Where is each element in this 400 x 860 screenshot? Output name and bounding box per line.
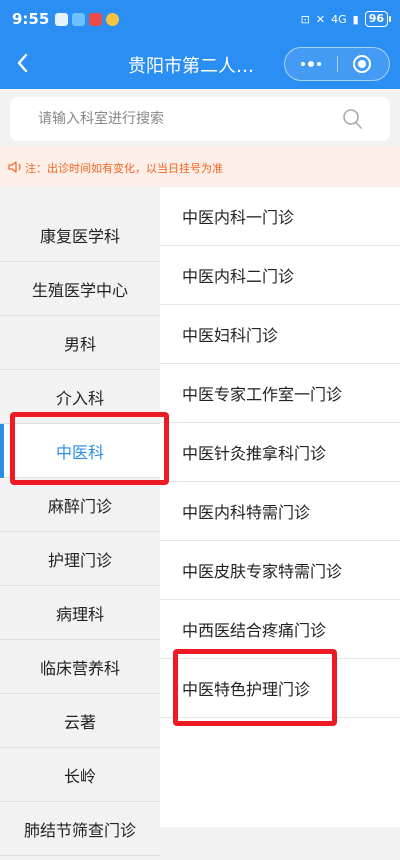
close-miniapp-icon[interactable] [353, 55, 371, 73]
clinic-label: 中医皮肤专家特需门诊 [182, 562, 343, 581]
message-notification-icon [72, 13, 85, 26]
department-label: 生殖医学中心 [31, 280, 128, 300]
clinic-label: 中医内科特需门诊 [182, 503, 311, 522]
status-bar: 9:55 ⊡ ✕ 4G ▮ 96 [0, 0, 400, 38]
notice-text: 注：出诊时间如有变化，以当日挂号为准 [25, 162, 223, 175]
nfc-icon: ⊡ [300, 12, 310, 26]
department-item[interactable]: 生殖医学中心 [0, 262, 160, 316]
search-box[interactable] [10, 97, 390, 141]
signal-icon: ▮ [352, 12, 359, 26]
back-icon[interactable] [12, 50, 34, 76]
department-label: 病理科 [55, 604, 104, 624]
search-icon[interactable] [342, 108, 362, 130]
department-item[interactable]: 病理科 [0, 586, 160, 640]
status-indicators: ⊡ ✕ 4G ▮ 96 [300, 11, 392, 27]
speaker-icon [8, 161, 21, 173]
clinic-item[interactable]: 中医皮肤专家特需门诊 [160, 541, 400, 600]
clinic-item[interactable]: 中医针灸推拿科门诊 [160, 423, 400, 482]
department-item[interactable]: 云著 [0, 694, 160, 748]
clinic-label: 中医特色护理门诊 [182, 680, 311, 699]
clinic-item[interactable]: 中医专家工作室一门诊 [160, 364, 400, 423]
clinic-item[interactable]: 中医妇科门诊 [160, 305, 400, 364]
department-label: 临床营养科 [39, 658, 120, 678]
department-label: 介入科 [55, 388, 104, 408]
clinic-label: 中医妇科门诊 [182, 326, 279, 345]
app-notification-icon [55, 13, 68, 26]
location-notification-icon [106, 13, 119, 26]
battery-icon: 96 [364, 11, 392, 27]
department-label: 云著 [63, 712, 96, 732]
department-item[interactable]: 护理门诊 [0, 532, 160, 586]
department-item[interactable]: 临床营养科 [0, 640, 160, 694]
department-list: 康复医学科 生殖医学中心 男科 介入科 中医科 麻醉门诊 护理门诊 病理科 临床… [0, 208, 160, 860]
department-label: 康复医学科 [39, 226, 120, 246]
department-item[interactable]: 麻醉门诊 [0, 478, 160, 532]
more-icon[interactable] [285, 48, 337, 80]
clinic-item[interactable]: 中医内科二门诊 [160, 246, 400, 305]
clinic-item[interactable]: 中医内科一门诊 [160, 187, 400, 246]
department-item[interactable]: 肺结节筛查门诊 [0, 802, 160, 856]
department-item[interactable]: 长岭 [0, 748, 160, 802]
department-label: 麻醉门诊 [47, 496, 112, 516]
header: 9:55 ⊡ ✕ 4G ▮ 96 贵阳市第二人民医院 [0, 0, 400, 89]
department-item[interactable]: 介入科 [0, 370, 160, 424]
department-item[interactable]: 男科 [0, 316, 160, 370]
search-bar [0, 89, 400, 147]
page-title: 贵阳市第二人民医院 [128, 56, 268, 77]
notice-banner: 注：出诊时间如有变化，以当日挂号为准 [0, 147, 400, 187]
network-label: 4G [331, 12, 347, 26]
capsule-divider [337, 56, 338, 72]
miniapp-capsule [284, 47, 390, 81]
clinic-label: 中医专家工作室一门诊 [182, 385, 343, 404]
search-input[interactable] [38, 97, 338, 141]
department-label: 中医科 [55, 442, 104, 462]
clinic-label: 中医针灸推拿科门诊 [182, 444, 327, 463]
department-label: 男科 [63, 334, 96, 354]
clinic-label: 中医内科二门诊 [182, 267, 295, 286]
clinic-label: 中医内科一门诊 [182, 208, 295, 227]
mute-icon: ✕ [315, 12, 326, 26]
department-label: 肺结节筛查门诊 [23, 820, 136, 840]
news-notification-icon [89, 13, 102, 26]
department-item[interactable]: 康复医学科 [0, 208, 160, 262]
department-label: 长岭 [63, 766, 96, 786]
department-item-selected[interactable]: 中医科 [0, 424, 160, 478]
nav-bar: 贵阳市第二人民医院 [0, 38, 400, 89]
clinic-item[interactable]: 中医内科特需门诊 [160, 482, 400, 541]
department-label: 护理门诊 [47, 550, 112, 570]
status-time: 9:55 [12, 10, 50, 28]
clinic-label: 中西医结合疼痛门诊 [182, 621, 327, 640]
clinic-list: 中医内科一门诊 中医内科二门诊 中医妇科门诊 中医专家工作室一门诊 中医针灸推拿… [160, 187, 400, 827]
clinic-item[interactable]: 中医特色护理门诊 [160, 659, 400, 718]
clinic-item[interactable]: 中西医结合疼痛门诊 [160, 600, 400, 659]
